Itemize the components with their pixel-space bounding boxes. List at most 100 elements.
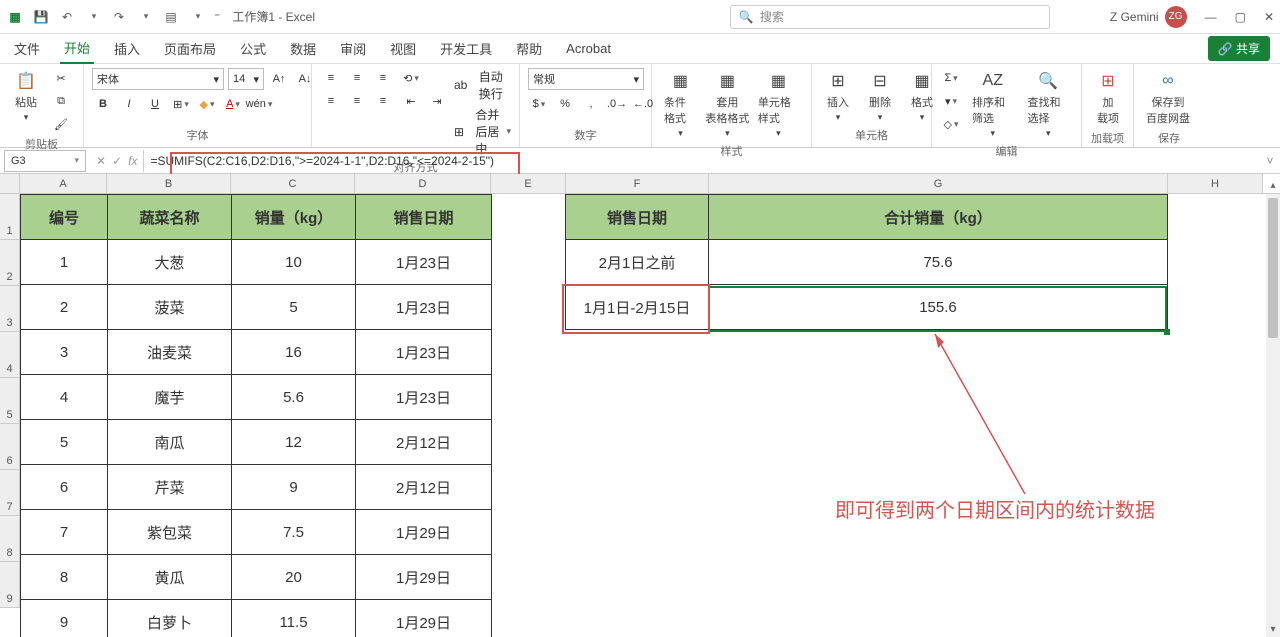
- tab-review[interactable]: 审阅: [336, 34, 370, 63]
- font-color-button[interactable]: A: [222, 94, 244, 114]
- indent-increase-icon[interactable]: ⇥: [426, 91, 448, 111]
- row-2[interactable]: 2: [0, 240, 20, 286]
- maximize-icon[interactable]: ▢: [1235, 10, 1246, 24]
- col-G[interactable]: G: [709, 174, 1168, 193]
- font-name-select[interactable]: 宋体▾: [92, 68, 224, 90]
- expand-formula-icon[interactable]: ˅: [1260, 154, 1280, 168]
- worksheet[interactable]: A B C D E F G H 1 2 3 4 5 6 7 8 9 编号 蔬菜名…: [0, 174, 1280, 637]
- increase-decimal-icon[interactable]: .0→: [606, 94, 628, 114]
- bold-button[interactable]: B: [92, 94, 114, 114]
- clear-icon[interactable]: ◇: [940, 114, 962, 134]
- delete-cells-button[interactable]: ⊟删除▾: [862, 68, 898, 125]
- row-9[interactable]: 9: [0, 562, 20, 608]
- col-D[interactable]: D: [355, 174, 491, 193]
- phonetic-button[interactable]: wén: [248, 94, 270, 114]
- orientation-icon[interactable]: ⟲: [400, 68, 422, 88]
- undo-icon[interactable]: ↶: [58, 8, 76, 26]
- wrap-text-button[interactable]: ab 自动换行: [454, 68, 511, 102]
- row-8[interactable]: 8: [0, 516, 20, 562]
- percent-icon[interactable]: %: [554, 94, 576, 114]
- col-F[interactable]: F: [566, 174, 709, 193]
- baidu-save-button[interactable]: ∞保存到 百度网盘: [1142, 68, 1194, 128]
- minimize-icon[interactable]: —: [1205, 10, 1217, 24]
- conditional-format-button[interactable]: ▦条件格式▾: [660, 68, 701, 141]
- th-sum-qty[interactable]: 合计销量（kg）: [709, 195, 1168, 240]
- fill-icon[interactable]: ▾: [940, 91, 962, 111]
- tab-view[interactable]: 视图: [386, 34, 420, 63]
- cancel-formula-icon[interactable]: ✕: [96, 154, 106, 168]
- redo-dropdown[interactable]: [136, 8, 154, 26]
- tab-formulas[interactable]: 公式: [236, 34, 270, 63]
- undo-dropdown[interactable]: [84, 8, 102, 26]
- tab-acrobat[interactable]: Acrobat: [562, 36, 615, 61]
- tab-home[interactable]: 开始: [60, 33, 94, 64]
- row-4[interactable]: 4: [0, 332, 20, 378]
- align-bottom-icon[interactable]: ≡: [372, 68, 394, 88]
- qat-customize[interactable]: [188, 8, 206, 26]
- cut-icon[interactable]: ✂: [50, 68, 72, 88]
- tab-layout[interactable]: 页面布局: [160, 34, 220, 63]
- tab-help[interactable]: 帮助: [512, 34, 546, 63]
- font-size-select[interactable]: 14▾: [228, 68, 264, 90]
- close-icon[interactable]: ✕: [1264, 10, 1274, 24]
- name-box[interactable]: G3▾: [4, 150, 86, 172]
- search-box[interactable]: 🔍 搜索: [730, 5, 1050, 29]
- row-6[interactable]: 6: [0, 424, 20, 470]
- sort-filter-button[interactable]: AZ排序和筛选▾: [968, 68, 1018, 141]
- row-3[interactable]: 3: [0, 286, 20, 332]
- fx-icon[interactable]: fx: [128, 154, 137, 168]
- copy-icon[interactable]: ⧉: [50, 91, 72, 111]
- select-all-corner[interactable]: [0, 174, 20, 193]
- data-table-summary[interactable]: 销售日期 合计销量（kg） 2月1日之前75.6 1月1日-2月15日155.6: [565, 194, 1168, 330]
- th-name[interactable]: 蔬菜名称: [108, 195, 232, 240]
- th-qty[interactable]: 销量（kg）: [232, 195, 356, 240]
- save-icon[interactable]: 💾: [32, 8, 50, 26]
- number-format-select[interactable]: 常规▾: [528, 68, 644, 90]
- th-id[interactable]: 编号: [21, 195, 108, 240]
- tab-data[interactable]: 数据: [286, 34, 320, 63]
- user-account[interactable]: Z Gemini ZG: [1110, 6, 1187, 28]
- align-left-icon[interactable]: ≡: [320, 91, 342, 111]
- find-select-button[interactable]: 🔍查找和选择▾: [1024, 68, 1074, 141]
- align-top-icon[interactable]: ≡: [320, 68, 342, 88]
- paste-button[interactable]: 📋 粘贴 ▾: [8, 68, 44, 125]
- comma-icon[interactable]: ,: [580, 94, 602, 114]
- scrollbar-thumb[interactable]: [1268, 198, 1278, 338]
- enter-formula-icon[interactable]: ✓: [112, 154, 122, 168]
- data-table-main[interactable]: 编号 蔬菜名称 销量（kg） 销售日期 1大葱101月23日 2菠菜51月23日…: [20, 194, 492, 637]
- share-button[interactable]: 🔗 共享: [1208, 36, 1270, 61]
- format-table-button[interactable]: ▦套用 表格格式▾: [707, 68, 748, 141]
- tab-file[interactable]: 文件: [10, 34, 44, 63]
- insert-cells-button[interactable]: ⊞插入▾: [820, 68, 856, 125]
- col-B[interactable]: B: [107, 174, 231, 193]
- fill-handle[interactable]: [1164, 329, 1170, 335]
- align-right-icon[interactable]: ≡: [372, 91, 394, 111]
- currency-icon[interactable]: $: [528, 94, 550, 114]
- fill-color-button[interactable]: ◆: [196, 94, 218, 114]
- col-E[interactable]: E: [491, 174, 566, 193]
- border-button[interactable]: ⊞: [170, 94, 192, 114]
- tab-developer[interactable]: 开发工具: [436, 34, 496, 63]
- row-7[interactable]: 7: [0, 470, 20, 516]
- underline-button[interactable]: U: [144, 94, 166, 114]
- col-H[interactable]: H: [1168, 174, 1263, 193]
- decrease-decimal-icon[interactable]: ←.0: [632, 94, 654, 114]
- autosum-icon[interactable]: Σ: [940, 68, 962, 88]
- formula-input[interactable]: =SUMIFS(C2:C16,D2:D16,">=2024-1-1",D2:D1…: [143, 150, 1260, 172]
- th-date[interactable]: 销售日期: [356, 195, 492, 240]
- align-center-icon[interactable]: ≡: [346, 91, 368, 111]
- redo-icon[interactable]: ↷: [110, 8, 128, 26]
- align-middle-icon[interactable]: ≡: [346, 68, 368, 88]
- col-A[interactable]: A: [20, 174, 107, 193]
- th-sum-date[interactable]: 销售日期: [566, 195, 709, 240]
- col-C[interactable]: C: [231, 174, 355, 193]
- cell-styles-button[interactable]: ▦单元格样式▾: [754, 68, 803, 141]
- row-5[interactable]: 5: [0, 378, 20, 424]
- quick-access-icon[interactable]: ▤: [162, 8, 180, 26]
- indent-decrease-icon[interactable]: ⇤: [400, 91, 422, 111]
- row-1[interactable]: 1: [0, 194, 20, 240]
- addins-button[interactable]: ⊞加 载项: [1090, 68, 1126, 128]
- vertical-scrollbar[interactable]: ▴ ▾: [1266, 194, 1280, 637]
- format-painter-icon[interactable]: 🖌: [50, 114, 72, 134]
- italic-button[interactable]: I: [118, 94, 140, 114]
